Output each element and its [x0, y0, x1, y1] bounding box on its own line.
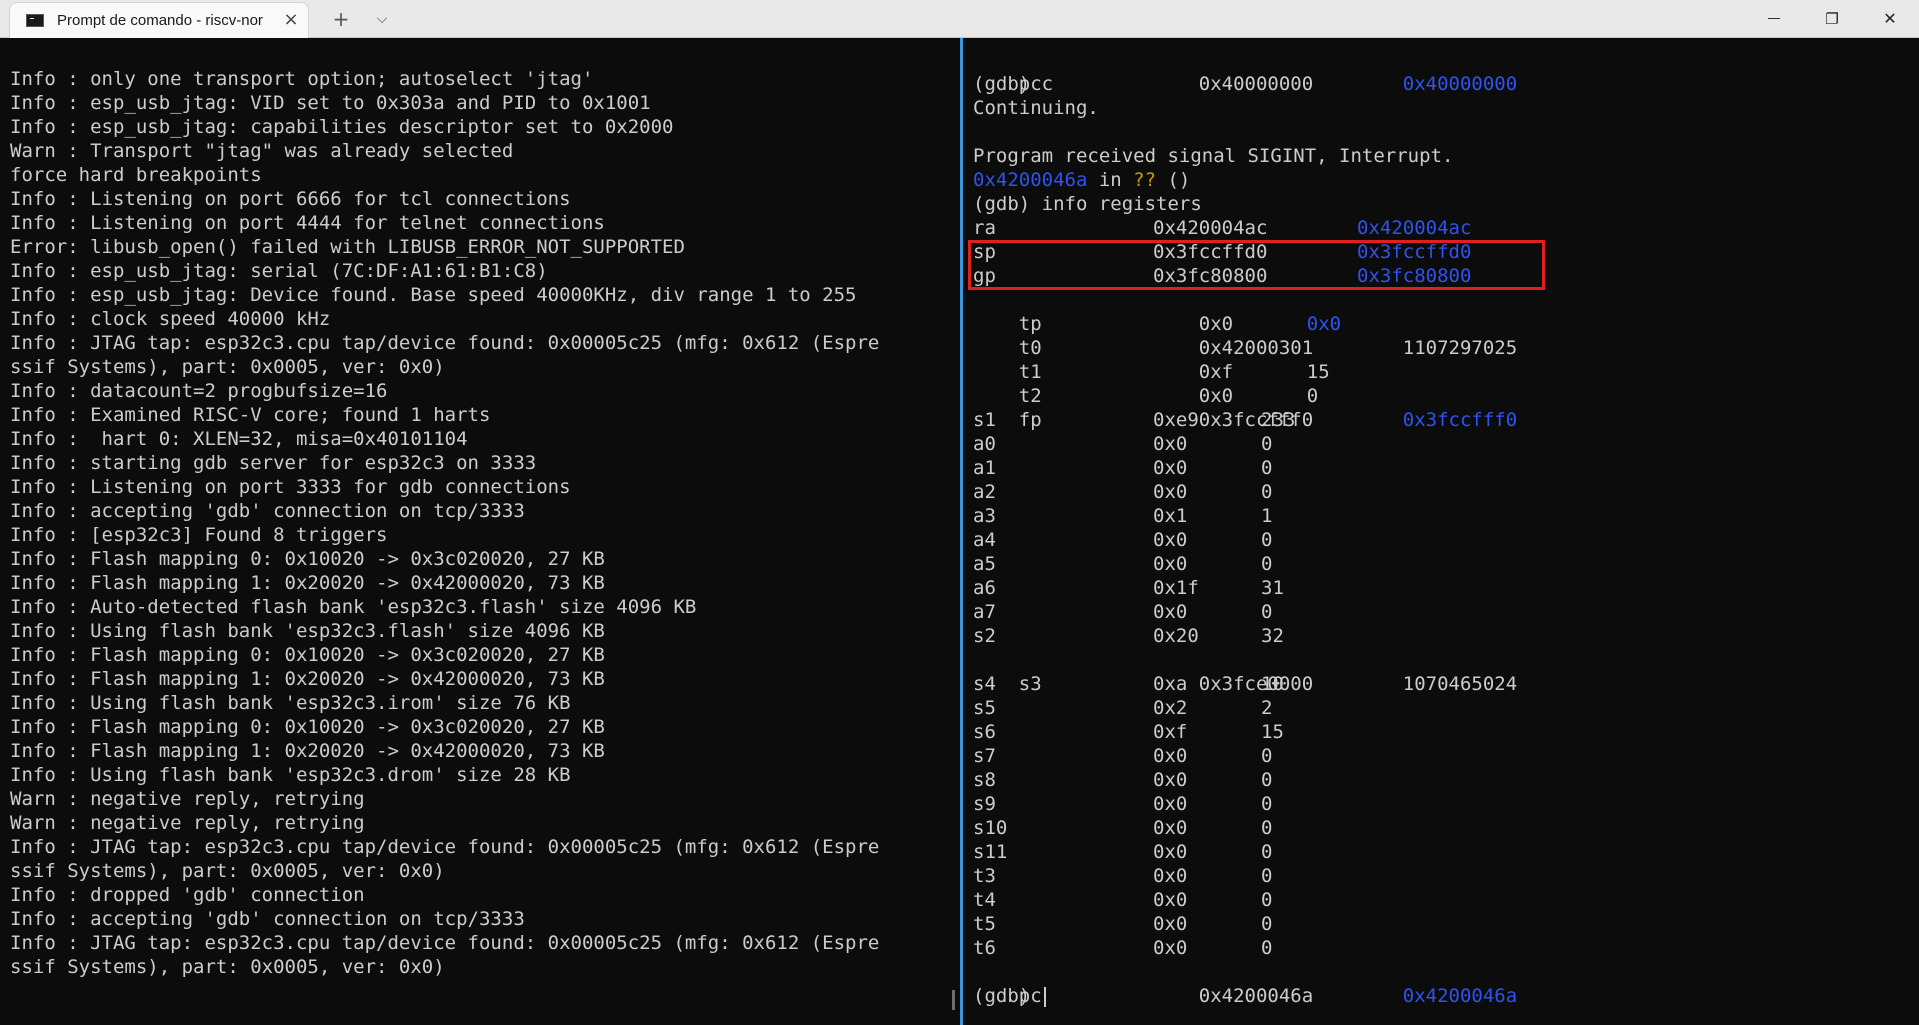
log-line: Info : Flash mapping 1: 0x20020 -> 0x420… — [10, 668, 605, 690]
log-line: Info : Flash mapping 0: 0x10020 -> 0x3c0… — [10, 548, 605, 570]
log-line: Info : Listening on port 4444 for telnet… — [10, 212, 605, 234]
text-cursor — [1043, 986, 1046, 1007]
title-bar: Prompt de comando - riscv-nor × + ⌵ — ❐ … — [0, 0, 1919, 38]
register-row: s2 0x20 32 — [973, 625, 1284, 647]
register-row: a6 0x1f 31 — [973, 577, 1284, 599]
log-line: Info : esp_usb_jtag: capabilities descri… — [10, 116, 674, 138]
log-line: Info : Using flash bank 'esp32c3.irom' s… — [10, 692, 571, 714]
register-row: s11 0x0 0 — [973, 841, 1273, 863]
gdb-output: Continuing. — [973, 97, 1099, 119]
log-line: Info : [esp32c3] Found 8 triggers — [10, 524, 388, 546]
new-tab-button[interactable]: + — [326, 6, 356, 32]
register-row: s6 0xf 15 — [973, 721, 1284, 743]
register-row: a5 0x0 0 — [973, 553, 1273, 575]
register-row: s10 0x0 0 — [973, 817, 1273, 839]
register-row: t4 0x0 0 — [973, 889, 1273, 911]
register-row: gp 0x3fc80800 0x3fc80800 — [973, 265, 1472, 287]
log-line: Info : only one transport option; autose… — [10, 68, 594, 90]
close-tab-icon[interactable]: × — [280, 8, 302, 32]
register-row: a4 0x0 0 — [973, 529, 1273, 551]
minimize-button[interactable]: — — [1745, 0, 1803, 38]
log-line: Info : Flash mapping 1: 0x20020 -> 0x420… — [10, 740, 605, 762]
openocd-log-pane[interactable]: Info : only one transport option; autose… — [0, 38, 958, 1025]
gdb-pane[interactable]: pc 0x40000000 0x40000000 (gdb) c Continuin… — [966, 38, 1919, 1025]
register-row: a2 0x0 0 — [973, 481, 1273, 503]
register-row: t5 0x0 0 — [973, 913, 1273, 935]
scrollbar-thumb[interactable] — [952, 990, 955, 1010]
register-row: s7 0x0 0 — [973, 745, 1273, 767]
register-row: a1 0x0 0 — [973, 457, 1273, 479]
log-line: Info : Listening on port 6666 for tcl co… — [10, 188, 571, 210]
log-line: Info : Flash mapping 0: 0x10020 -> 0x3c0… — [10, 716, 605, 738]
log-line: Info : esp_usb_jtag: serial (7C:DF:A1:61… — [10, 260, 548, 282]
log-line: Info : Flash mapping 0: 0x10020 -> 0x3c0… — [10, 644, 605, 666]
signal-message: Program received signal SIGINT, Interrup… — [973, 145, 1454, 167]
register-row: s5 0x2 2 — [973, 697, 1273, 719]
log-line: Warn : negative reply, retrying — [10, 812, 365, 834]
register-row: sp 0x3fccffd0 0x3fccffd0 — [973, 241, 1472, 263]
register-row: a7 0x0 0 — [973, 601, 1273, 623]
register-row: tp 0x0 0x0 — [1018, 313, 1342, 335]
restore-button[interactable]: ❐ — [1803, 0, 1861, 38]
log-line: ssif Systems), part: 0x0005, ver: 0x0) — [10, 860, 445, 882]
register-row: s8 0x0 0 — [973, 769, 1273, 791]
log-line: Info : Flash mapping 1: 0x20020 -> 0x420… — [10, 572, 605, 594]
log-line: Info : hart 0: XLEN=32, misa=0x40101104 — [10, 428, 468, 450]
log-line: Info : esp_usb_jtag: Device found. Base … — [10, 284, 857, 306]
log-line: Warn : negative reply, retrying — [10, 788, 365, 810]
log-line: ssif Systems), part: 0x0005, ver: 0x0) — [10, 956, 445, 978]
log-line: ssif Systems), part: 0x0005, ver: 0x0) — [10, 356, 445, 378]
log-line: Info : accepting 'gdb' connection on tcp… — [10, 908, 525, 930]
log-line: Info : JTAG tap: esp32c3.cpu tap/device … — [10, 836, 880, 858]
register-row: ra 0x420004ac 0x420004ac — [973, 217, 1472, 239]
frame-line: 0x4200046a in ?? () — [973, 169, 1191, 191]
register-row: t3 0x0 0 — [973, 865, 1273, 887]
tab-dropdown-button[interactable]: ⌵ — [367, 6, 397, 32]
register-row: t6 0x0 0 — [973, 937, 1273, 959]
log-line: force hard breakpoints — [10, 164, 262, 186]
gdb-command: (gdb) info registers — [973, 193, 1202, 215]
register-row: a0 0x0 0 — [973, 433, 1273, 455]
log-line: Info : accepting 'gdb' connection on tcp… — [10, 500, 525, 522]
close-window-button[interactable]: ✕ — [1861, 0, 1919, 38]
register-row: s9 0x0 0 — [973, 793, 1273, 815]
tab-title: Prompt de comando - riscv-nor — [57, 12, 263, 29]
log-line: Warn : Transport "jtag" was already sele… — [10, 140, 514, 162]
register-row: pc 0x4200046a 0x4200046a — [1018, 985, 1518, 1007]
log-line: Info : dropped 'gdb' connection — [10, 884, 365, 906]
log-line: Info : clock speed 40000 kHz — [10, 308, 331, 330]
log-line: Info : Listening on port 3333 for gdb co… — [10, 476, 571, 498]
log-line: Info : starting gdb server for esp32c3 o… — [10, 452, 537, 474]
log-line: Info : datacount=2 progbufsize=16 — [10, 380, 388, 402]
log-line: Info : Examined RISC-V core; found 1 har… — [10, 404, 491, 426]
register-row: s3 0x3fce0000 1070465024 — [1018, 673, 1518, 695]
log-line: Info : JTAG tap: esp32c3.cpu tap/device … — [10, 932, 880, 954]
register-row: pc 0x40000000 0x40000000 — [1018, 73, 1518, 95]
terminal-tab[interactable]: Prompt de comando - riscv-nor × — [9, 2, 309, 38]
pane-divider[interactable] — [958, 38, 966, 1025]
terminal-icon — [26, 14, 44, 27]
log-line: Info : JTAG tap: esp32c3.cpu tap/device … — [10, 332, 880, 354]
log-line: Info : esp_usb_jtag: VID set to 0x303a a… — [10, 92, 651, 114]
log-line: Error: libusb_open() failed with LIBUSB_… — [10, 236, 685, 258]
log-line: Info : Using flash bank 'esp32c3.drom' s… — [10, 764, 571, 786]
log-line: Info : Using flash bank 'esp32c3.flash' … — [10, 620, 605, 642]
register-row: a3 0x1 1 — [973, 505, 1273, 527]
log-line: Info : Auto-detected flash bank 'esp32c3… — [10, 596, 697, 618]
